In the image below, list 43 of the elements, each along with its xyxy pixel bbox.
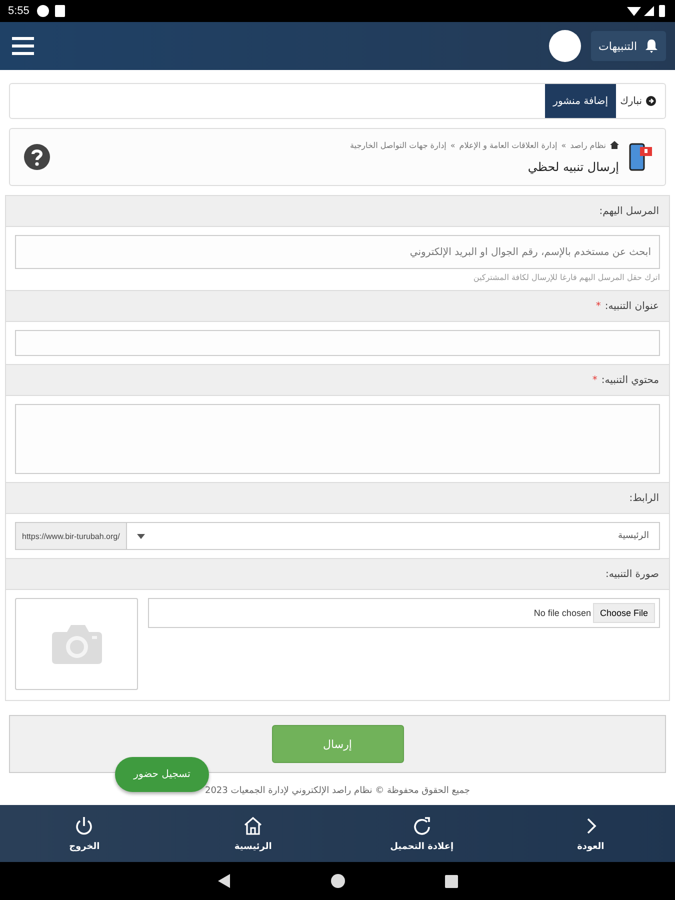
home-icon bbox=[243, 816, 264, 836]
field-label: عنوان التنبيه: bbox=[604, 300, 659, 312]
field-label: صورة التنبيه: bbox=[605, 568, 659, 580]
nav-item[interactable]: الرئيسية bbox=[168, 805, 338, 862]
file-status: No file chosen bbox=[534, 608, 591, 618]
avatar[interactable] bbox=[548, 30, 581, 62]
nav-item[interactable]: العودة bbox=[506, 805, 675, 862]
nav-item[interactable]: الخروج bbox=[0, 805, 169, 862]
phone-alert-icon bbox=[629, 142, 653, 172]
breadcrumb-separator: » bbox=[450, 140, 456, 150]
back-icon[interactable] bbox=[217, 874, 231, 888]
bell-icon bbox=[645, 39, 658, 53]
recipients-search-field[interactable]: ابحث عن مستخدم بالإسم، رقم الجوال او البريد الإلكتروني bbox=[15, 235, 660, 269]
breadcrumb-link[interactable]: إدارة العلاقات العامة و الإعلام bbox=[459, 140, 558, 150]
home-icon bbox=[610, 141, 619, 149]
status-time: 5:55 bbox=[8, 5, 30, 17]
reload-icon bbox=[412, 816, 432, 836]
power-icon bbox=[74, 816, 94, 836]
page-title: إرسال تنبيه لحظي bbox=[526, 160, 619, 174]
add-post-button[interactable]: إضافة منشور bbox=[545, 84, 616, 118]
breadcrumb-link[interactable]: إدارة جهات التواصل الخارجية bbox=[350, 140, 446, 150]
arrow-circle-icon bbox=[646, 96, 656, 106]
camera-icon bbox=[52, 624, 102, 664]
file-input-field[interactable]: No file chosen Choose File bbox=[148, 598, 660, 628]
field-label: الرابط: bbox=[629, 492, 659, 504]
field-label: المرسل اليهم: bbox=[599, 206, 659, 216]
notifications-button[interactable]: التنبيهات bbox=[590, 31, 666, 61]
title-input-field[interactable] bbox=[15, 330, 660, 356]
choose-file-button[interactable]: Choose File bbox=[592, 603, 655, 623]
nav-item[interactable]: إعلادة التحميل bbox=[338, 805, 506, 862]
required-asterisk: * bbox=[592, 374, 598, 386]
announcement-text: نبارك bbox=[620, 96, 642, 106]
field-hint: اترك حقل المرسل اليهم فارغا للإرسال لكافة المشتركين bbox=[472, 273, 660, 282]
status-icons bbox=[37, 5, 68, 17]
help-icon[interactable] bbox=[24, 144, 50, 170]
breadcrumb-separator: » bbox=[561, 140, 566, 150]
home-circle-icon[interactable] bbox=[331, 874, 345, 888]
signal-battery-icons bbox=[627, 5, 667, 17]
required-asterisk: * bbox=[596, 300, 601, 312]
menu-icon[interactable] bbox=[12, 37, 34, 55]
recents-icon[interactable] bbox=[445, 874, 458, 888]
breadcrumb-link[interactable]: نظام راصد bbox=[570, 140, 606, 150]
field-label: محتوي التنبيه: bbox=[601, 374, 659, 386]
